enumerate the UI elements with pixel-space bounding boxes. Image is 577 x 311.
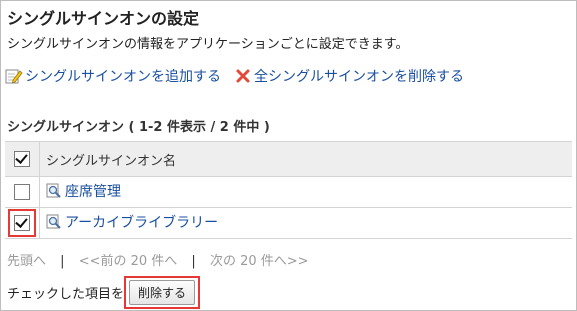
table-header-row: シングルサインオン名 [5,141,572,177]
delete-button-highlight: 削除する [124,276,201,309]
pager-next: 次の 20 件へ>> [209,254,309,269]
row-checkbox-archive-library[interactable] [14,215,30,231]
pager-first: 先頭へ [7,254,47,269]
pencil-icon [5,69,23,84]
delete-x-icon [236,69,250,83]
sso-item-name: アーカイブライブラリー [65,215,219,231]
add-sso-label: シングルサインオンを追加する [25,69,221,85]
column-header-name: シングルサインオン名 [46,153,177,169]
header-checkbox-cell [5,141,40,177]
list-section-title: シングルサインオン ( 1-2 件表示 / 2 件中 ) [7,120,270,135]
row-checkbox-cell [5,176,40,208]
row-checkbox-cell [5,207,40,239]
sso-table: シングルサインオン名 座席管理 アーカイブライブラリー [5,141,572,239]
pager-separator: | [60,254,65,269]
add-sso-link[interactable]: シングルサインオンを追加する [5,66,221,86]
delete-all-sso-link[interactable]: 全シングルサインオンを削除する [235,66,464,86]
delete-all-label: 全シングルサインオンを削除する [254,69,464,85]
pager-separator: | [191,254,196,269]
header-name-cell: シングルサインオン名 [39,141,572,177]
page-description: シングルサインオンの情報をアプリケーションごとに設定できます。 [7,37,409,52]
magnifier-icon [46,214,61,229]
sso-item-link-archive-library[interactable]: アーカイブライブラリー [46,212,218,232]
pager-prev: <<前の 20 件へ [78,254,178,269]
checkbox-highlight [8,209,36,237]
magnifier-icon [46,183,61,198]
row-name-cell: 座席管理 [39,176,572,208]
bulk-action-bar: チェックした項目を 削除する [7,276,201,309]
table-row: 座席管理 [5,176,572,208]
sso-item-link-seat-management[interactable]: 座席管理 [46,181,121,201]
delete-selected-button[interactable]: 削除する [129,280,196,305]
page-title: シングルサインオンの設定 [7,9,200,28]
table-row: アーカイブライブラリー [5,207,572,239]
row-name-cell: アーカイブライブラリー [39,207,572,239]
bulk-action-label: チェックした項目を [7,287,125,302]
action-bar: シングルサインオンを追加する 全シングルサインオンを削除する [5,66,464,86]
select-all-checkbox[interactable] [14,151,30,167]
row-checkbox-seat-management[interactable] [14,184,30,200]
sso-item-name: 座席管理 [65,184,121,200]
pagination: 先頭へ | <<前の 20 件へ | 次の 20 件へ>> [7,250,309,269]
